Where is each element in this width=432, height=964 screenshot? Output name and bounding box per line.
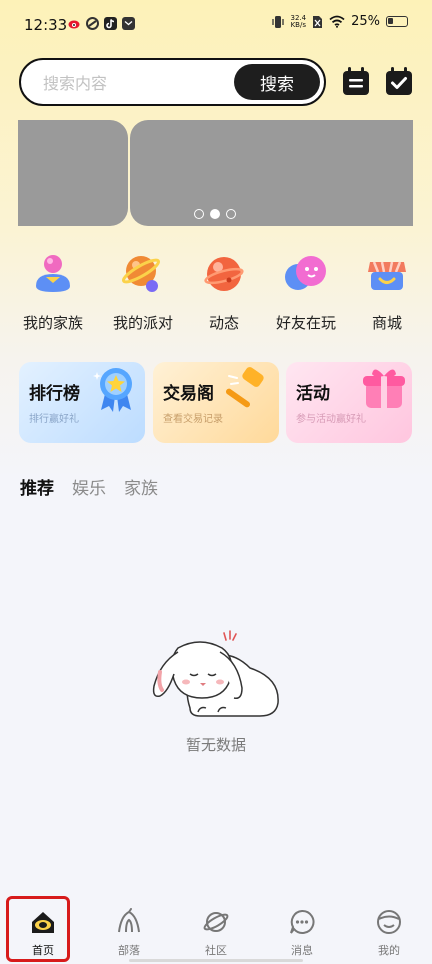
banner-dot[interactable]: [226, 209, 236, 219]
no-sim-icon: [313, 15, 323, 28]
tribe-icon: [118, 908, 140, 933]
bottom-nav: 首页 部落 社区 消息 我的: [0, 896, 432, 964]
weibo-icon: [68, 20, 80, 29]
shop-icon: [368, 261, 406, 290]
content-tabs: 推荐 娱乐 家族: [20, 474, 158, 499]
card-title: 交易阁: [163, 384, 214, 404]
quick-menu-label: 我的家族: [22, 314, 83, 332]
quick-menu-label: 我的派对: [112, 314, 173, 332]
card-leaderboard[interactable]: 排行榜 排行赢好礼: [19, 362, 145, 443]
search-input[interactable]: [43, 71, 223, 95]
tiktok-icon: [104, 17, 117, 30]
card-subtitle: 排行赢好礼: [29, 414, 79, 425]
family-icon: [36, 255, 70, 292]
link-icon: [86, 17, 99, 30]
network-speed: 32.4 KB/s: [290, 14, 307, 29]
moments-planet-icon: [204, 257, 244, 291]
quick-menu-shop[interactable]: 商城: [344, 250, 430, 335]
wifi-icon: [329, 15, 345, 28]
quick-menu-friends-playing[interactable]: 好友在玩: [263, 250, 349, 335]
card-activities[interactable]: 活动 参与活动赢好礼: [286, 362, 412, 443]
banner-carousel[interactable]: [18, 120, 413, 226]
home-indicator: [129, 959, 303, 962]
nav-community[interactable]: 社区: [173, 896, 259, 964]
medal-icon: [93, 368, 132, 412]
mail-icon: [122, 17, 135, 30]
message-icon: [290, 909, 315, 934]
notification-icons: [68, 17, 135, 30]
nav-label: 社区: [205, 944, 227, 957]
status-bar: 12:33 32.4 KB/s 25%: [0, 0, 432, 52]
net-speed-unit: KB/s: [290, 20, 306, 29]
nav-label: 我的: [378, 944, 400, 957]
tab-family[interactable]: 家族: [124, 474, 158, 499]
card-subtitle: 参与活动赢好礼: [296, 414, 366, 425]
quick-menu-label: 好友在玩: [275, 314, 336, 332]
empty-state-text: 暂无数据: [185, 736, 246, 754]
sleepy-rabbit-icon: [152, 630, 279, 717]
friends-playing-icon: [285, 256, 326, 290]
quick-menu-label: 动态: [208, 314, 239, 332]
party-planet-icon: [122, 256, 160, 292]
quick-menu-my-party[interactable]: 我的派对: [100, 250, 186, 335]
banner-slide-prev[interactable]: [18, 120, 128, 226]
nav-label: 部落: [118, 944, 140, 957]
search-bar[interactable]: 搜索: [19, 58, 326, 106]
quick-menu-moments[interactable]: 动态: [181, 250, 267, 335]
nav-label: 消息: [291, 944, 313, 957]
battery-text: 25%: [351, 14, 380, 29]
quick-menu: 我的家族 我的派对 动态 好友在玩 商城: [0, 250, 432, 335]
status-time: 12:33: [24, 16, 68, 34]
card-title: 活动: [296, 384, 330, 404]
hammer-icon: [225, 367, 264, 408]
battery-icon: [386, 16, 408, 27]
home-highlight-frame: [6, 896, 70, 962]
community-planet-icon: [203, 912, 229, 932]
tab-entertainment[interactable]: 娱乐: [72, 474, 106, 499]
nav-tribe[interactable]: 部落: [86, 896, 172, 964]
nav-profile[interactable]: 我的: [346, 896, 432, 964]
banner-slide-current[interactable]: [130, 120, 413, 226]
nav-messages[interactable]: 消息: [259, 896, 345, 964]
banner-dot-active[interactable]: [210, 209, 220, 219]
tab-recommended[interactable]: 推荐: [20, 474, 54, 499]
search-button[interactable]: 搜索: [234, 64, 320, 100]
card-title: 排行榜: [29, 384, 80, 404]
check-in-calendar-icon[interactable]: [384, 66, 414, 96]
quick-menu-my-family[interactable]: 我的家族: [10, 250, 96, 335]
quick-menu-label: 商城: [371, 314, 402, 332]
banner-pagination: [194, 209, 236, 219]
banner-dot[interactable]: [194, 209, 204, 219]
card-trading-house[interactable]: 交易阁 查看交易记录: [153, 362, 279, 443]
gift-icon: [363, 369, 405, 408]
status-right: 32.4 KB/s 25%: [271, 14, 408, 29]
card-subtitle: 查看交易记录: [163, 414, 223, 425]
list-menu-icon[interactable]: [341, 66, 371, 96]
profile-icon: [377, 910, 401, 934]
vibrate-icon: [271, 15, 284, 28]
